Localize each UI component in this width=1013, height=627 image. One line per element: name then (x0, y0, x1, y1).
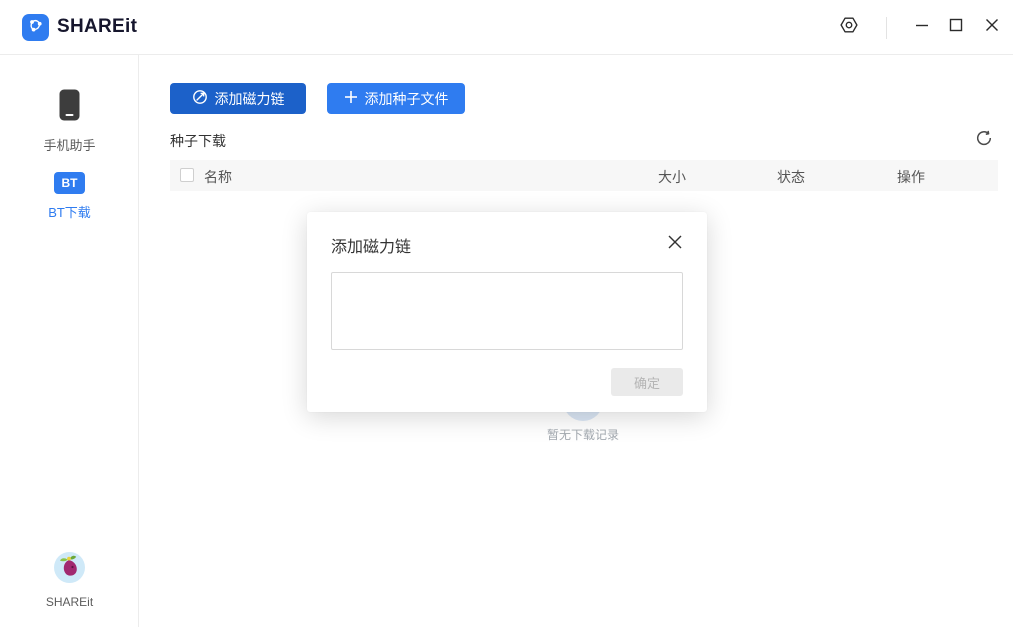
add-torrent-file-button[interactable]: 添加种子文件 (327, 83, 465, 114)
maximize-button[interactable] (941, 0, 971, 55)
sidebar-item-label: SHAREit (0, 595, 139, 609)
sidebar-item-label: BT下载 (0, 202, 139, 221)
column-header-size: 大小 (658, 167, 686, 187)
add-magnet-link-button[interactable]: 添加磁力链 (170, 83, 306, 114)
select-all-checkbox[interactable] (180, 168, 194, 182)
magnet-link-icon (192, 89, 208, 108)
phone-icon (58, 109, 81, 126)
brand-wordmark: SHAREit (57, 0, 137, 55)
close-icon (667, 234, 683, 253)
close-window-button[interactable] (977, 0, 1007, 55)
add-magnet-link-dialog: 添加磁力链 确定 (307, 212, 707, 412)
refresh-button[interactable] (972, 127, 996, 151)
empty-state-message: 暂无下载记录 (503, 426, 663, 443)
app-logo (22, 14, 49, 41)
dialog-close-button[interactable] (665, 233, 685, 253)
sidebar-item-shareit-profile[interactable]: SHAREit (0, 551, 139, 609)
add-torrent-file-label: 添加种子文件 (365, 89, 449, 109)
close-icon (985, 18, 999, 37)
column-header-name: 名称 (204, 167, 232, 187)
confirm-button[interactable]: 确定 (611, 368, 683, 396)
sidebar-item-bt-download[interactable]: BT BT下载 (0, 172, 139, 221)
gear-icon (838, 14, 860, 41)
title-bar: SHAREit (0, 0, 1013, 55)
table-header: 名称 大小 状态 操作 (170, 160, 998, 191)
section-title: 种子下载 (170, 131, 226, 151)
sidebar: 手机助手 BT BT下载 SHAREit (0, 55, 139, 627)
column-header-status: 状态 (777, 167, 805, 187)
settings-button[interactable] (834, 0, 864, 55)
refresh-icon (974, 136, 994, 151)
shareit-logo-icon (26, 16, 45, 40)
minimize-icon (915, 18, 929, 37)
plus-icon (344, 90, 358, 107)
bt-badge-icon: BT (54, 172, 85, 194)
add-magnet-link-label: 添加磁力链 (215, 89, 285, 109)
column-header-action: 操作 (897, 167, 925, 187)
sidebar-item-label: 手机助手 (0, 135, 139, 154)
maximize-icon (949, 18, 963, 37)
sidebar-item-phone-assistant[interactable]: 手机助手 (0, 88, 139, 154)
topbar-divider (886, 17, 887, 39)
minimize-button[interactable] (907, 0, 937, 55)
magnet-link-input[interactable] (331, 272, 683, 350)
dialog-title: 添加磁力链 (331, 233, 411, 257)
shareit-avatar (53, 571, 86, 588)
